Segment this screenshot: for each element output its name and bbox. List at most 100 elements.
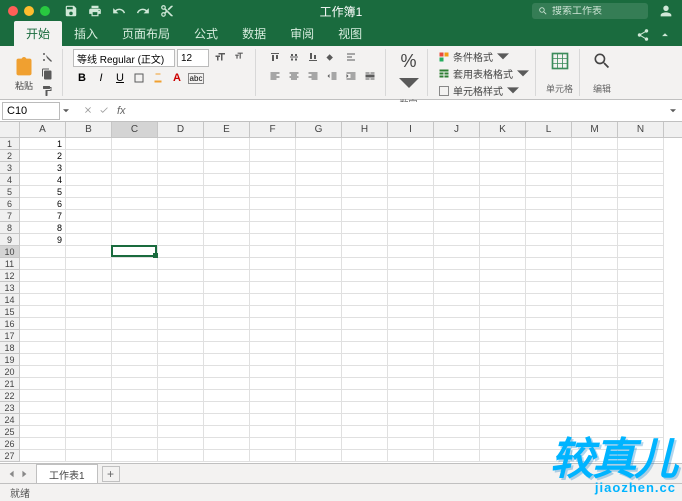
cell[interactable] <box>388 294 434 306</box>
cell[interactable] <box>204 366 250 378</box>
cell[interactable] <box>480 186 526 198</box>
cell[interactable] <box>158 174 204 186</box>
cell[interactable] <box>480 366 526 378</box>
cell[interactable]: 2 <box>20 150 66 162</box>
cell[interactable] <box>204 270 250 282</box>
cell[interactable] <box>296 210 342 222</box>
cell[interactable] <box>158 402 204 414</box>
cell[interactable] <box>296 402 342 414</box>
cell[interactable] <box>388 414 434 426</box>
cell[interactable] <box>296 198 342 210</box>
cell[interactable] <box>388 246 434 258</box>
cell[interactable] <box>526 162 572 174</box>
cell[interactable] <box>434 210 480 222</box>
percent-button[interactable]: % <box>396 49 421 96</box>
cell[interactable] <box>618 378 664 390</box>
cell[interactable] <box>572 282 618 294</box>
cell[interactable] <box>66 342 112 354</box>
cell[interactable] <box>434 234 480 246</box>
row-header[interactable]: 23 <box>0 402 19 414</box>
cell[interactable] <box>66 246 112 258</box>
align-right-button[interactable] <box>304 68 322 84</box>
cell[interactable] <box>66 306 112 318</box>
align-top-button[interactable] <box>266 49 284 65</box>
cell[interactable] <box>434 246 480 258</box>
cell[interactable] <box>20 342 66 354</box>
save-icon[interactable] <box>64 4 78 18</box>
cell[interactable] <box>296 270 342 282</box>
cell[interactable] <box>158 138 204 150</box>
cell[interactable] <box>296 150 342 162</box>
tab-formulas[interactable]: 公式 <box>182 21 230 46</box>
cell[interactable] <box>480 450 526 462</box>
cell[interactable] <box>572 414 618 426</box>
row-header[interactable]: 22 <box>0 390 19 402</box>
cell[interactable] <box>526 150 572 162</box>
cell[interactable] <box>526 270 572 282</box>
cell[interactable] <box>618 174 664 186</box>
cell[interactable] <box>618 330 664 342</box>
cell[interactable]: 6 <box>20 198 66 210</box>
cell[interactable] <box>388 282 434 294</box>
align-left-button[interactable] <box>266 68 284 84</box>
align-center-button[interactable] <box>285 68 303 84</box>
cell[interactable] <box>572 390 618 402</box>
cell[interactable] <box>20 246 66 258</box>
cell[interactable] <box>112 306 158 318</box>
cell[interactable] <box>480 246 526 258</box>
cell[interactable] <box>250 198 296 210</box>
cell[interactable] <box>388 354 434 366</box>
cell[interactable] <box>66 234 112 246</box>
cell[interactable] <box>342 354 388 366</box>
cell[interactable] <box>618 414 664 426</box>
cell[interactable] <box>434 390 480 402</box>
cell[interactable] <box>250 342 296 354</box>
cell[interactable] <box>204 246 250 258</box>
cell[interactable] <box>526 450 572 462</box>
cell[interactable] <box>296 414 342 426</box>
cell[interactable] <box>388 390 434 402</box>
row-header[interactable]: 19 <box>0 354 19 366</box>
redo-icon[interactable] <box>136 4 150 18</box>
cell[interactable] <box>66 162 112 174</box>
cell[interactable] <box>342 138 388 150</box>
sheet-prev-icon[interactable] <box>8 470 16 478</box>
cell[interactable] <box>250 138 296 150</box>
cell[interactable] <box>250 162 296 174</box>
cell[interactable] <box>618 198 664 210</box>
cell[interactable] <box>250 246 296 258</box>
cell[interactable] <box>526 366 572 378</box>
cell[interactable] <box>342 306 388 318</box>
cell[interactable] <box>296 330 342 342</box>
row-header[interactable]: 27 <box>0 450 19 462</box>
cell[interactable] <box>204 402 250 414</box>
cell[interactable] <box>250 354 296 366</box>
cell[interactable] <box>618 294 664 306</box>
cell[interactable] <box>572 270 618 282</box>
cell[interactable] <box>480 402 526 414</box>
cell[interactable] <box>158 234 204 246</box>
cell[interactable] <box>388 270 434 282</box>
cell[interactable] <box>480 198 526 210</box>
cell[interactable] <box>66 282 112 294</box>
search-box[interactable] <box>532 3 648 19</box>
cell[interactable] <box>434 198 480 210</box>
cell[interactable] <box>480 282 526 294</box>
cell[interactable] <box>112 390 158 402</box>
cell[interactable] <box>434 342 480 354</box>
cell[interactable] <box>526 210 572 222</box>
cell[interactable] <box>434 378 480 390</box>
cell[interactable] <box>112 438 158 450</box>
cell[interactable] <box>572 378 618 390</box>
cell[interactable] <box>434 414 480 426</box>
cell[interactable] <box>112 198 158 210</box>
cell[interactable] <box>388 318 434 330</box>
cell[interactable] <box>434 186 480 198</box>
cell[interactable] <box>296 246 342 258</box>
cell[interactable] <box>112 354 158 366</box>
cell[interactable] <box>204 258 250 270</box>
cell[interactable] <box>66 210 112 222</box>
cell[interactable] <box>526 378 572 390</box>
cell[interactable] <box>526 294 572 306</box>
cell[interactable] <box>434 174 480 186</box>
